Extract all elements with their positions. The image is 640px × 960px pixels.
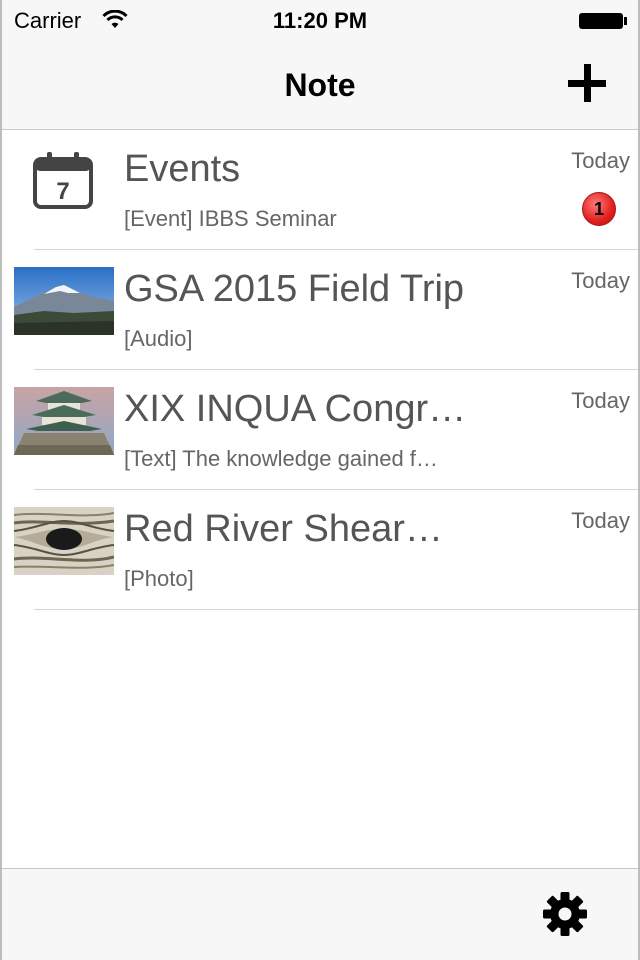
- castle-photo-thumbnail: [14, 387, 114, 455]
- add-note-button[interactable]: [568, 64, 608, 104]
- note-date: Today: [571, 508, 630, 533]
- list-item-gsa-field-trip[interactable]: GSA 2015 Field Trip [Audio] Today: [2, 250, 638, 370]
- unread-badge: 1: [582, 192, 616, 226]
- rock-photo-thumbnail: [14, 507, 114, 575]
- battery-icon: [579, 13, 627, 29]
- notes-list: 7 Events [Event] IBBS Seminar Today 1 GS…: [2, 130, 638, 610]
- calendar-day-number: 7: [56, 178, 69, 205]
- status-time: 11:20 PM: [272, 8, 368, 33]
- page-title: Note: [284, 67, 356, 103]
- app-frame: Carrier 11:20 PM Note 7 Events [Event] I…: [0, 0, 640, 960]
- note-title: XIX INQUA Congr…: [124, 388, 467, 430]
- settings-button[interactable]: [542, 891, 588, 937]
- mountain-photo-thumbnail: [14, 267, 114, 335]
- navigation-bar: Note: [2, 40, 638, 130]
- row-separator: [34, 609, 638, 610]
- note-date: Today: [571, 388, 630, 413]
- status-bar: Carrier 11:20 PM: [2, 0, 638, 40]
- note-subtitle: [Text] The knowledge gained f…: [124, 446, 438, 471]
- list-item-inqua-congress[interactable]: XIX INQUA Congr… [Text] The knowledge ga…: [2, 370, 638, 490]
- note-date: Today: [571, 268, 630, 293]
- gear-icon: [543, 892, 587, 936]
- note-date: Today: [571, 148, 630, 173]
- list-item-red-river-shear[interactable]: Red River Shear… [Photo] Today: [2, 490, 638, 610]
- list-item-events[interactable]: 7 Events [Event] IBBS Seminar Today 1: [2, 130, 638, 250]
- note-title: Events: [124, 148, 241, 190]
- calendar-icon: 7: [33, 152, 93, 209]
- note-title: Red River Shear…: [124, 508, 443, 550]
- bottom-toolbar: [2, 868, 638, 960]
- note-title: GSA 2015 Field Trip: [124, 268, 465, 310]
- note-subtitle: [Photo]: [124, 566, 194, 591]
- note-subtitle: [Event] IBBS Seminar: [124, 206, 337, 231]
- note-subtitle: [Audio]: [124, 326, 193, 351]
